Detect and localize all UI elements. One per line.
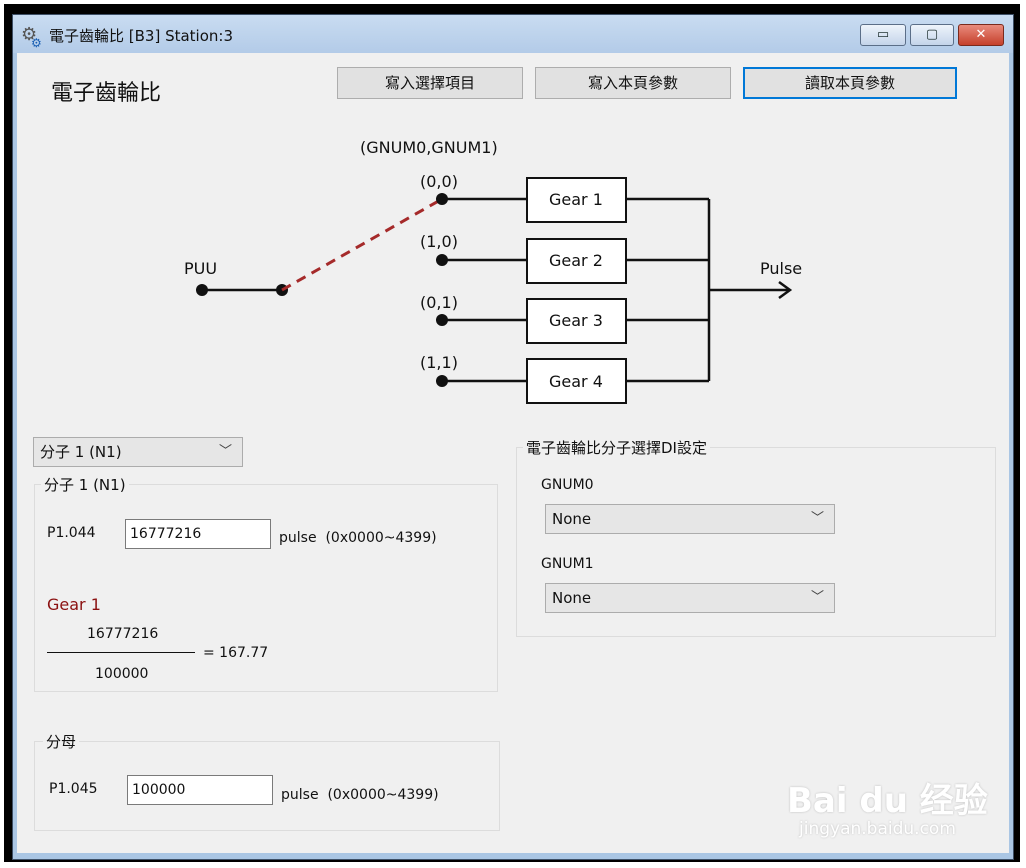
title-bar: ⚙ ⚙ 電子齒輪比 [B3] Station:3 ▭ ▢ ✕ bbox=[13, 15, 1013, 53]
active-gear-label: Gear 1 bbox=[47, 595, 101, 614]
fraction-bar bbox=[47, 652, 195, 653]
numerator-select-value: 分子 1 (N1) bbox=[40, 443, 122, 461]
gnum1-select[interactable]: None ﹀ bbox=[545, 583, 835, 613]
fraction-numerator: 16777216 bbox=[87, 626, 159, 642]
denominator-group-label: 分母 bbox=[43, 731, 80, 752]
chevron-down-icon: ﹀ bbox=[810, 590, 824, 605]
puu-label: PUU bbox=[184, 259, 217, 278]
numerator-group-label: 分子 1 (N1) bbox=[41, 474, 129, 495]
branch-code-2: (1,0) bbox=[420, 232, 458, 251]
baidu-watermark-logo: Bai du 经验 bbox=[787, 781, 988, 821]
maximize-button[interactable]: ▢ bbox=[910, 24, 954, 46]
numerator-select[interactable]: 分子 1 (N1) ﹀ bbox=[33, 437, 243, 467]
p1-045-unit-text: pulse bbox=[281, 787, 319, 803]
branch-code-1: (0,0) bbox=[420, 172, 458, 191]
baidu-watermark-url: jingyan.baidu.com bbox=[799, 819, 956, 839]
p1-044-input[interactable]: 16777216 bbox=[125, 519, 271, 549]
app-window: ⚙ ⚙ 電子齒輪比 [B3] Station:3 ▭ ▢ ✕ 電子齒輪比 寫入選擇… bbox=[12, 14, 1014, 860]
p1-044-range: (0x0000~4399) bbox=[325, 530, 437, 546]
p1-045-label: P1.045 bbox=[49, 781, 98, 797]
p1-044-unit: pulse (0x0000~4399) bbox=[279, 530, 437, 546]
fraction-denominator: 100000 bbox=[95, 666, 149, 682]
diagram-header: (GNUM0,GNUM1) bbox=[360, 138, 498, 157]
close-button[interactable]: ✕ bbox=[958, 24, 1004, 46]
selector-switch bbox=[281, 197, 443, 292]
gnum0-select-value: None bbox=[552, 510, 592, 528]
branch-code-3: (0,1) bbox=[420, 293, 458, 312]
p1-045-unit: pulse (0x0000~4399) bbox=[281, 787, 439, 803]
gnum1-label: GNUM1 bbox=[541, 556, 594, 572]
branch-code-4: (1,1) bbox=[420, 353, 458, 372]
client-area: 電子齒輪比 寫入選擇項目 寫入本頁參數 讀取本頁參數 (GNUM0,GNUM1)… bbox=[17, 53, 1009, 853]
gear-1-label: Gear 1 bbox=[549, 190, 603, 209]
gear-4-label: Gear 4 bbox=[549, 372, 603, 391]
minimize-button[interactable]: ▭ bbox=[860, 24, 906, 46]
di-settings-group-label: 電子齒輪比分子選擇DI設定 bbox=[523, 437, 710, 458]
window-title: 電子齒輪比 [B3] Station:3 bbox=[49, 27, 233, 45]
gear-3-label: Gear 3 bbox=[549, 311, 603, 330]
gear-switch-diagram: (GNUM0,GNUM1) PUU (0,0) Gear 1 (1,0) Gea… bbox=[184, 138, 802, 404]
chevron-down-icon: ﹀ bbox=[218, 444, 232, 459]
gnum0-label: GNUM0 bbox=[541, 477, 594, 493]
p1-044-unit-text: pulse bbox=[279, 530, 317, 546]
gear-icon: ⚙ ⚙ bbox=[21, 24, 42, 50]
input-node bbox=[196, 284, 208, 296]
gear-ratio-result: = 167.77 bbox=[203, 645, 269, 661]
pulse-label: Pulse bbox=[760, 259, 802, 278]
p1-045-input[interactable]: 100000 bbox=[127, 775, 273, 805]
p1-045-range: (0x0000~4399) bbox=[327, 787, 439, 803]
gear-2-label: Gear 2 bbox=[549, 251, 603, 270]
chevron-down-icon: ﹀ bbox=[810, 511, 824, 526]
p1-044-label: P1.044 bbox=[47, 525, 96, 541]
gnum0-select[interactable]: None ﹀ bbox=[545, 504, 835, 534]
gnum1-select-value: None bbox=[552, 589, 592, 607]
